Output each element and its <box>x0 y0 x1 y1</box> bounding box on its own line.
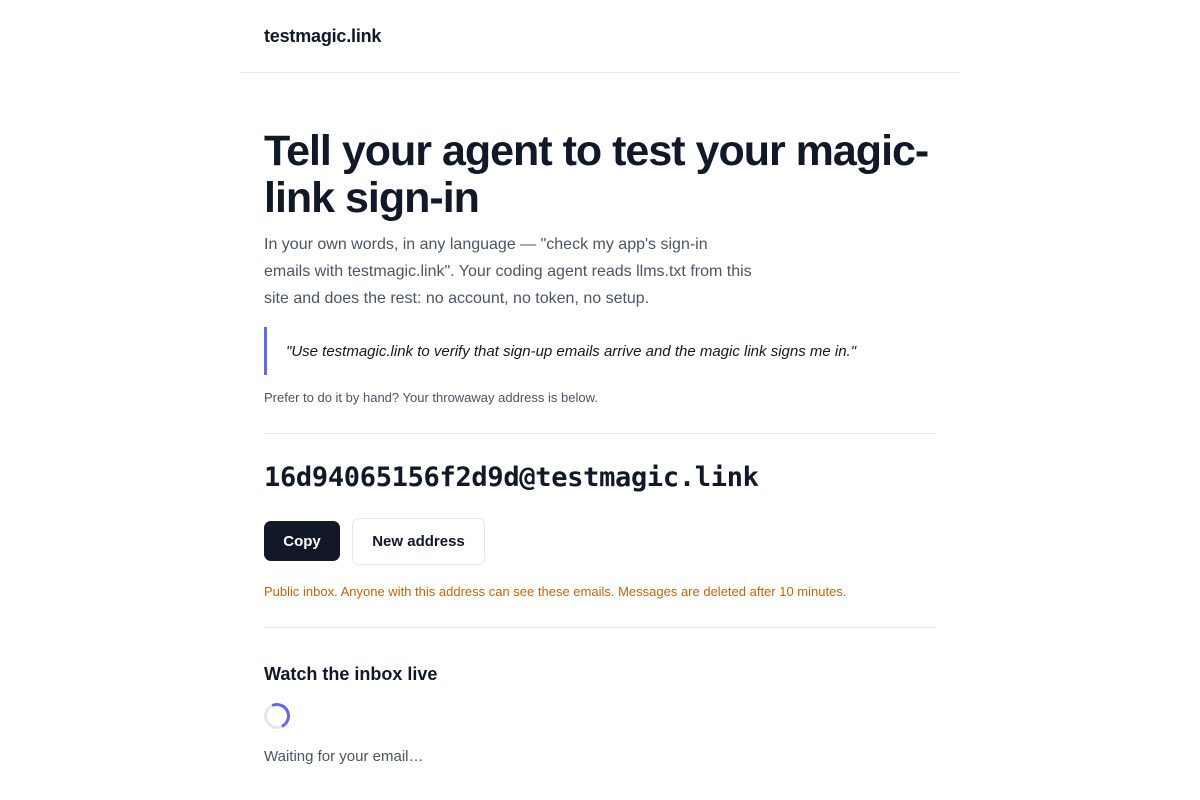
hero-description: In your own words, in any language — "ch… <box>264 236 752 307</box>
example-prompt-quote: "Use testmagic.link to verify that sign-… <box>264 327 936 375</box>
divider <box>264 433 936 434</box>
throwaway-address: 16d94065156f2d9d@testmagic.link <box>264 462 759 493</box>
site-logo[interactable]: testmagic.link <box>264 26 381 47</box>
divider <box>264 627 936 628</box>
public-inbox-warning: Public inbox. Anyone with this address c… <box>264 584 847 599</box>
inbox-status: Waiting for your email… <box>264 748 424 765</box>
copy-button[interactable]: Copy <box>264 521 340 561</box>
site-header: testmagic.link <box>240 0 960 73</box>
new-address-button[interactable]: New address <box>352 518 485 565</box>
inbox-section-title: Watch the inbox live <box>264 664 438 684</box>
example-prompt-text: "Use testmagic.link to verify that sign-… <box>286 342 857 360</box>
loading-spinner-icon <box>260 699 294 733</box>
manual-note: Prefer to do it by hand? Your throwaway … <box>264 390 598 405</box>
page-title: Tell your agent to test your magic-link … <box>264 127 929 222</box>
